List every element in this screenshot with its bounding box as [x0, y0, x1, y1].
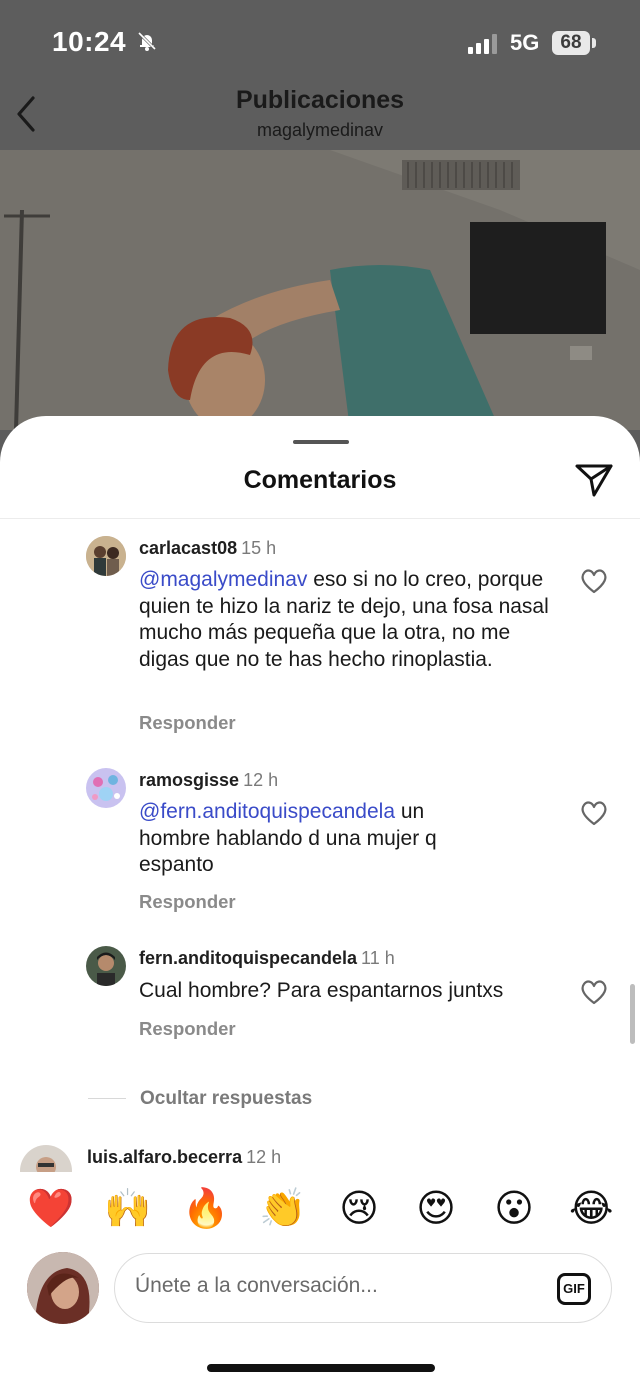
status-time: 10:24: [52, 26, 127, 57]
header-divider: [0, 518, 640, 519]
comment-body: Cual hombre? Para espantarnos juntxs: [139, 979, 504, 1002]
fire-emoji[interactable]: 🔥: [182, 1186, 229, 1230]
comment-username[interactable]: ramosgisse 12 h: [139, 770, 278, 791]
gif-button[interactable]: GIF: [557, 1273, 591, 1305]
battery-tip: [592, 38, 596, 48]
comment-text: @magalymedinav eso si no lo creo, porque…: [139, 567, 559, 673]
mention-link[interactable]: @magalymedinav: [139, 568, 307, 591]
comments-sheet: Comentarios carlacast08 15 h @magalymedin…: [0, 416, 640, 1386]
like-heart-icon[interactable]: [580, 979, 608, 1005]
comment-time: 12 h: [243, 770, 279, 790]
clapping-hands-emoji[interactable]: 👏: [259, 1186, 306, 1230]
raised-hands-emoji[interactable]: 🙌: [104, 1186, 151, 1230]
reply-button[interactable]: Responder: [139, 712, 236, 734]
comment-input[interactable]: Únete a la conversación... GIF: [114, 1253, 612, 1323]
crying-face-emoji[interactable]: 😢: [337, 1186, 381, 1230]
username-text[interactable]: ramosgisse: [139, 770, 239, 790]
comment-username[interactable]: carlacast08 15 h: [139, 538, 276, 559]
comment-text: Cual hombre? Para espantarnos juntxs: [139, 978, 559, 1005]
post-photo: [0, 150, 640, 430]
sheet-drag-handle[interactable]: [293, 440, 349, 444]
scrollbar[interactable]: [630, 984, 635, 1044]
comments-title: Comentarios: [243, 466, 397, 494]
comment-time: 12 h: [246, 1147, 282, 1167]
battery-indicator: 68: [552, 31, 590, 55]
comment-username[interactable]: luis.alfaro.becerra 12 h: [87, 1147, 281, 1168]
emoji-reaction-bar: ❤️ 🙌 🔥 👏 😢 😍 😮 😂: [0, 1172, 640, 1248]
muted-bell-icon: [137, 31, 157, 51]
hide-replies-button[interactable]: Ocultar respuestas: [140, 1088, 312, 1110]
avatar[interactable]: [86, 768, 126, 808]
comment-time: 15 h: [241, 538, 277, 558]
heart-eyes-emoji[interactable]: 😍: [414, 1186, 458, 1230]
avatar[interactable]: [86, 536, 126, 576]
post-photo-illustration: [0, 150, 640, 430]
comment-input-placeholder[interactable]: Únete a la conversación...: [135, 1274, 378, 1298]
hide-replies-line: [88, 1098, 126, 1099]
signal-icon: [468, 34, 497, 54]
share-send-icon[interactable]: [574, 462, 614, 498]
home-indicator[interactable]: [207, 1364, 435, 1372]
avatar-image: [86, 536, 126, 576]
avatar-image: [86, 768, 126, 808]
surprised-face-emoji[interactable]: 😮: [492, 1186, 536, 1230]
username-text[interactable]: luis.alfaro.becerra: [87, 1147, 242, 1167]
status-bar: 10:24 5G 68: [0, 0, 640, 80]
tears-of-joy-emoji[interactable]: 😂: [569, 1186, 613, 1230]
network-label: 5G: [510, 30, 540, 55]
reply-button[interactable]: Responder: [139, 891, 236, 913]
my-avatar[interactable]: [27, 1252, 99, 1324]
page-subtitle: magalymedinav: [256, 120, 384, 140]
mention-link[interactable]: @fern.anditoquispecandela: [139, 800, 395, 823]
avatar-image: [86, 946, 126, 986]
heart-emoji[interactable]: ❤️: [27, 1186, 74, 1230]
comment-time: 11 h: [361, 948, 395, 968]
page-title: Publicaciones: [235, 86, 405, 114]
reply-button[interactable]: Responder: [139, 1018, 236, 1040]
username-text[interactable]: fern.anditoquispecandela: [139, 948, 357, 968]
avatar[interactable]: [86, 946, 126, 986]
my-avatar-image: [27, 1252, 99, 1324]
like-heart-icon[interactable]: [580, 568, 608, 594]
comment-username[interactable]: fern.anditoquispecandela 11 h: [139, 948, 395, 969]
top-bar: 10:24 5G 68 Publicaciones magalymedinav: [0, 0, 640, 150]
username-text[interactable]: carlacast08: [139, 538, 237, 558]
comment-text: @fern.anditoquispecandela un hombre habl…: [139, 799, 499, 879]
like-heart-icon[interactable]: [580, 800, 608, 826]
